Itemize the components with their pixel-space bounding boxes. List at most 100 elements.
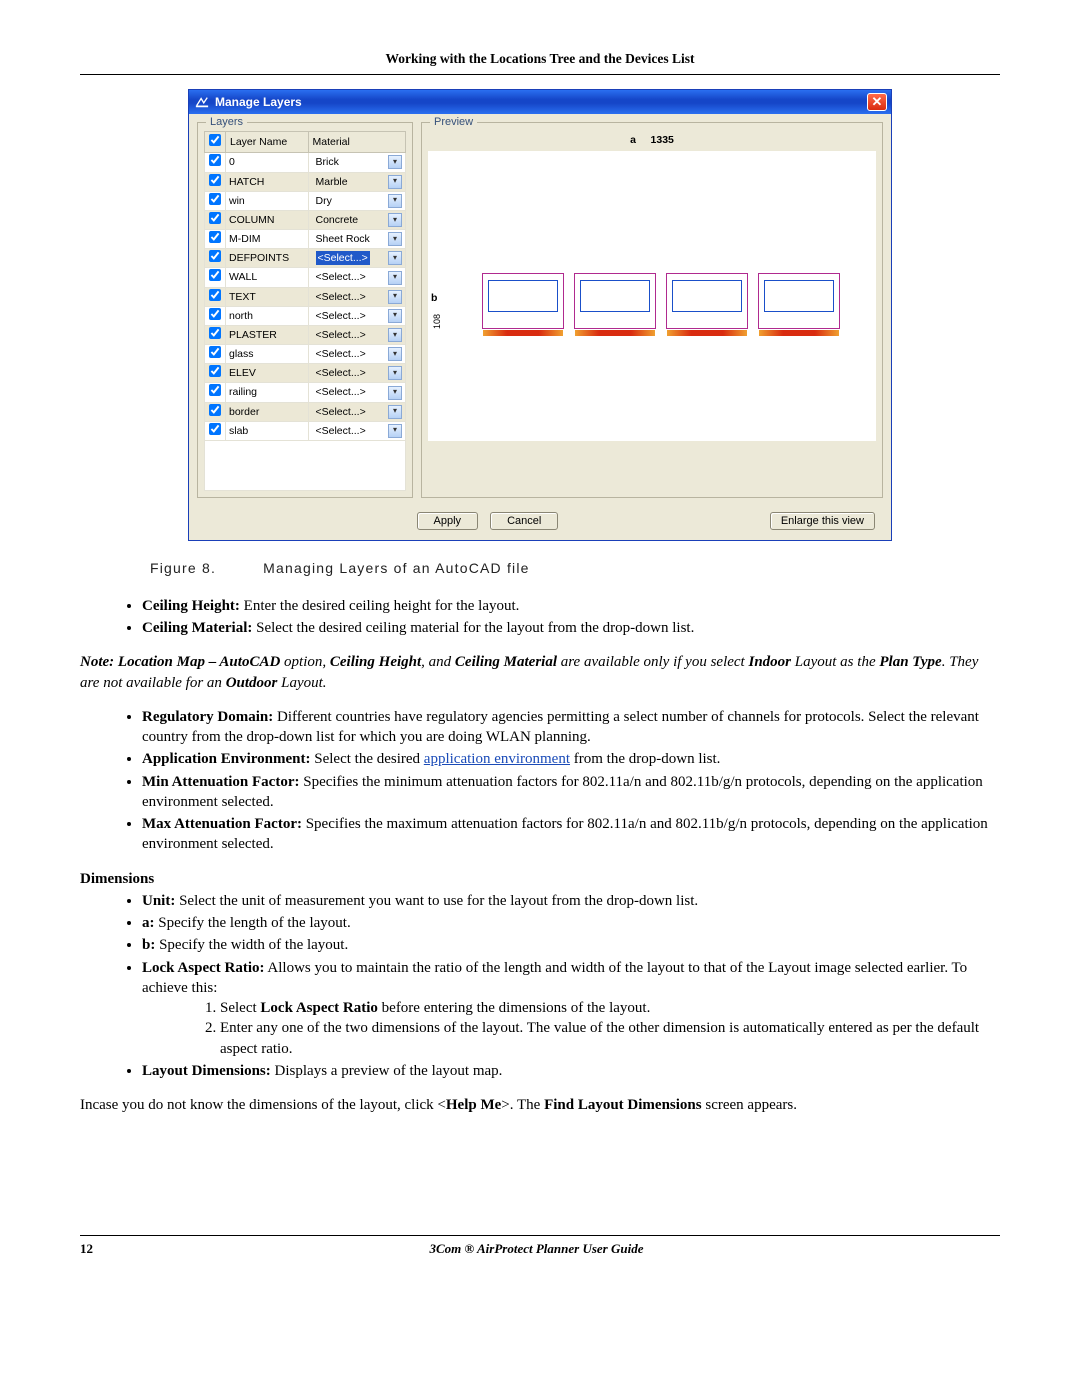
material-value: <Select...> bbox=[316, 309, 366, 323]
material-value: <Select...> bbox=[316, 290, 366, 304]
chevron-down-icon[interactable]: ▾ bbox=[388, 366, 402, 380]
col-layer-name[interactable]: Layer Name bbox=[226, 132, 309, 153]
list-item: Enter any one of the two dimensions of t… bbox=[220, 1018, 1000, 1059]
row-checkbox[interactable] bbox=[209, 308, 221, 320]
material-dropdown[interactable]: <Select...>▾ bbox=[308, 364, 406, 383]
col-material[interactable]: Material bbox=[308, 132, 406, 153]
row-checkbox[interactable] bbox=[209, 269, 221, 281]
list-item: b: Specify the width of the layout. bbox=[142, 935, 1000, 955]
material-dropdown[interactable]: Marble ▾ bbox=[308, 172, 406, 191]
row-checkbox[interactable] bbox=[209, 365, 221, 377]
list-item: Ceiling Material: Select the desired cei… bbox=[142, 618, 1000, 638]
row-checkbox[interactable] bbox=[209, 231, 221, 243]
apply-button[interactable]: Apply bbox=[417, 512, 479, 530]
preview-legend: Preview bbox=[430, 115, 477, 130]
cancel-button[interactable]: Cancel bbox=[490, 512, 558, 530]
check-all[interactable] bbox=[209, 134, 221, 146]
chevron-down-icon[interactable]: ▾ bbox=[388, 309, 402, 323]
chevron-down-icon[interactable]: ▾ bbox=[388, 328, 402, 342]
application-environment-link[interactable]: application environment bbox=[424, 751, 570, 767]
row-checkbox[interactable] bbox=[209, 289, 221, 301]
row-checkbox[interactable] bbox=[209, 193, 221, 205]
chevron-down-icon[interactable]: ▾ bbox=[388, 155, 402, 169]
list-item: a: Specify the length of the layout. bbox=[142, 913, 1000, 933]
chevron-down-icon[interactable]: ▾ bbox=[388, 386, 402, 400]
row-checkbox[interactable] bbox=[209, 423, 221, 435]
material-dropdown[interactable]: Concrete▾ bbox=[308, 210, 406, 229]
material-dropdown[interactable]: <Select...>▾ bbox=[308, 421, 406, 440]
bullet-list-2: Regulatory Domain: Different countries h… bbox=[142, 707, 1000, 855]
layer-name-cell: win bbox=[226, 191, 309, 210]
row-checkbox-cell[interactable] bbox=[205, 402, 226, 421]
material-dropdown[interactable]: <Select...> ▾ bbox=[308, 325, 406, 344]
row-checkbox-cell[interactable] bbox=[205, 306, 226, 325]
material-dropdown[interactable]: <Select...> ▾ bbox=[308, 306, 406, 325]
material-value: <Select...> bbox=[316, 270, 366, 284]
ordered-sublist: Select Lock Aspect Ratio before entering… bbox=[220, 998, 1000, 1059]
row-checkbox-cell[interactable] bbox=[205, 364, 226, 383]
table-empty-area bbox=[204, 441, 406, 491]
material-dropdown[interactable]: Brick▾ bbox=[308, 153, 406, 172]
titlebar[interactable]: Manage Layers ✕ bbox=[189, 90, 891, 114]
table-row: 0Brick▾ bbox=[205, 153, 406, 172]
row-checkbox[interactable] bbox=[209, 174, 221, 186]
row-checkbox-cell[interactable] bbox=[205, 383, 226, 402]
chevron-down-icon[interactable]: ▾ bbox=[388, 175, 402, 189]
enlarge-view-button[interactable]: Enlarge this view bbox=[770, 512, 875, 530]
row-checkbox-cell[interactable] bbox=[205, 210, 226, 229]
material-dropdown[interactable]: <Select...>▾ bbox=[308, 249, 406, 268]
chevron-down-icon[interactable]: ▾ bbox=[388, 271, 402, 285]
row-checkbox-cell[interactable] bbox=[205, 325, 226, 344]
chevron-down-icon[interactable]: ▾ bbox=[388, 405, 402, 419]
layer-name-cell: 0 bbox=[226, 153, 309, 172]
layer-name-cell: M-DIM bbox=[226, 230, 309, 249]
chevron-down-icon[interactable]: ▾ bbox=[388, 251, 402, 265]
chevron-down-icon[interactable]: ▾ bbox=[388, 347, 402, 361]
page-footer: 12 3Com ® AirProtect Planner User Guide bbox=[80, 1235, 1000, 1258]
material-dropdown[interactable]: <Select...> ▾ bbox=[308, 268, 406, 287]
layer-name-cell: slab bbox=[226, 421, 309, 440]
row-checkbox-cell[interactable] bbox=[205, 421, 226, 440]
material-dropdown[interactable]: <Select...>▾ bbox=[308, 402, 406, 421]
list-item: Application Environment: Select the desi… bbox=[142, 749, 1000, 769]
row-checkbox-cell[interactable] bbox=[205, 230, 226, 249]
layer-name-cell: glass bbox=[226, 345, 309, 364]
close-button[interactable]: ✕ bbox=[867, 93, 887, 111]
col-check[interactable] bbox=[205, 132, 226, 153]
layer-name-cell: ELEV bbox=[226, 364, 309, 383]
row-checkbox-cell[interactable] bbox=[205, 345, 226, 364]
row-checkbox-cell[interactable] bbox=[205, 172, 226, 191]
row-checkbox[interactable] bbox=[209, 250, 221, 262]
chevron-down-icon[interactable]: ▾ bbox=[388, 290, 402, 304]
row-checkbox-cell[interactable] bbox=[205, 153, 226, 172]
row-checkbox[interactable] bbox=[209, 212, 221, 224]
chevron-down-icon[interactable]: ▾ bbox=[388, 232, 402, 246]
material-dropdown[interactable]: Sheet Rock▾ bbox=[308, 230, 406, 249]
material-dropdown[interactable]: <Select...>▾ bbox=[308, 383, 406, 402]
page-running-header: Working with the Locations Tree and the … bbox=[80, 50, 1000, 75]
row-checkbox[interactable] bbox=[209, 384, 221, 396]
row-checkbox[interactable] bbox=[209, 327, 221, 339]
chevron-down-icon[interactable]: ▾ bbox=[388, 194, 402, 208]
chevron-down-icon[interactable]: ▾ bbox=[388, 424, 402, 438]
layer-name-cell: COLUMN bbox=[226, 210, 309, 229]
row-checkbox-cell[interactable] bbox=[205, 287, 226, 306]
chevron-down-icon[interactable]: ▾ bbox=[388, 213, 402, 227]
row-checkbox[interactable] bbox=[209, 154, 221, 166]
preview-canvas: b 108 bbox=[428, 151, 876, 441]
row-checkbox[interactable] bbox=[209, 404, 221, 416]
preview-top-label: a 1335 bbox=[428, 131, 876, 151]
material-value: <Select...> bbox=[316, 328, 366, 342]
row-checkbox[interactable] bbox=[209, 346, 221, 358]
row-checkbox-cell[interactable] bbox=[205, 191, 226, 210]
row-checkbox-cell[interactable] bbox=[205, 268, 226, 287]
material-dropdown[interactable]: <Select...>▾ bbox=[308, 345, 406, 364]
row-checkbox-cell[interactable] bbox=[205, 249, 226, 268]
material-value: Marble bbox=[316, 175, 348, 189]
layer-name-cell: PLASTER bbox=[226, 325, 309, 344]
table-row: winDry▾ bbox=[205, 191, 406, 210]
manage-layers-dialog: Manage Layers ✕ Layers Layer Name Materi… bbox=[188, 89, 892, 541]
material-dropdown[interactable]: Dry▾ bbox=[308, 191, 406, 210]
material-dropdown[interactable]: <Select...> ▾ bbox=[308, 287, 406, 306]
preview-a-label: a bbox=[630, 134, 636, 146]
